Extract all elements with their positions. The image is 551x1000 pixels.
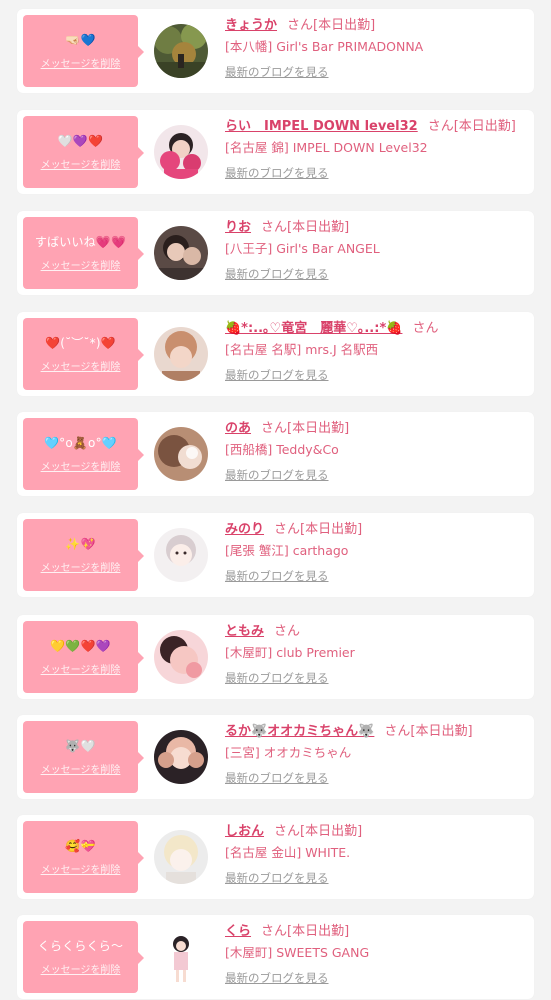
- cast-name-link[interactable]: るか🐺オオカミちゃん🐺: [225, 724, 374, 739]
- shop-name: [西船橋] Teddy&Co: [225, 442, 339, 457]
- list-item: ❤️(˘︶˘*)❤️ メッセージを削除 🍓*:..｡♡竜宮 麗華♡｡..:*🍓 さ…: [17, 312, 534, 396]
- shop-name: [名古屋 金山] WHITE.: [225, 845, 351, 860]
- list-item: 🤍💜❤️ メッセージを削除 らい IMPEL DOWN level32 さん[本日…: [17, 110, 534, 194]
- delete-message-link[interactable]: メッセージを削除: [41, 458, 121, 473]
- message-bubble: 🤍💜❤️ メッセージを削除: [23, 116, 144, 188]
- list-item: 🤜🏻💙 メッセージを削除 きょうか さん[本日出勤] [本八幡] Girl's B…: [17, 9, 534, 93]
- delete-message-link[interactable]: メッセージを削除: [41, 55, 121, 70]
- message-text: 🥰💝: [65, 839, 96, 853]
- latest-blog-link[interactable]: 最新のブログを見る: [225, 367, 528, 383]
- shop-name: [三宮] オオカミちゃん: [225, 745, 352, 760]
- message-text: ✨💖: [65, 537, 96, 551]
- list-item: 💛💚❤️💜 メッセージを削除 ともみ さん [木屋町] club Premier …: [17, 615, 534, 699]
- list-item: くらくらくら〜 メッセージを削除 くら さん[本日出勤] [木屋町] SWEETS…: [17, 915, 534, 999]
- latest-blog-link[interactable]: 最新のブログを見る: [225, 165, 528, 181]
- cast-status: さん: [412, 321, 439, 336]
- cast-name-link[interactable]: ともみ: [225, 624, 264, 639]
- latest-blog-link[interactable]: 最新のブログを見る: [225, 568, 528, 584]
- shop-name: [名古屋 名駅] mrs.J 名駅西: [225, 342, 379, 357]
- delete-message-link[interactable]: メッセージを削除: [41, 661, 121, 676]
- avatar[interactable]: [154, 24, 208, 78]
- delete-message-link[interactable]: メッセージを削除: [41, 861, 121, 876]
- latest-blog-link[interactable]: 最新のブログを見る: [225, 870, 528, 886]
- delete-message-link[interactable]: メッセージを削除: [41, 358, 121, 373]
- message-text: 🩵°o🧸o°🩵: [44, 436, 117, 450]
- shop-name: [名古屋 錦] IMPEL DOWN Level32: [225, 140, 428, 155]
- list-item: 🐺🤍 メッセージを削除 るか🐺オオカミちゃん🐺 さん[本日出勤] [三宮] オオカ…: [17, 715, 534, 799]
- cast-status: さん[本日出勤]: [261, 220, 350, 235]
- list-item: すばいいね💗💗 メッセージを削除 りお さん[本日出勤] [八王子] Girl's…: [17, 211, 534, 295]
- cast-status: さん[本日出勤]: [261, 924, 350, 939]
- cast-name-link[interactable]: みのり: [225, 522, 264, 537]
- latest-blog-link[interactable]: 最新のブログを見る: [225, 467, 528, 483]
- delete-message-link[interactable]: メッセージを削除: [41, 156, 121, 171]
- delete-message-link[interactable]: メッセージを削除: [41, 761, 121, 776]
- message-bubble: くらくらくら〜 メッセージを削除: [23, 921, 144, 993]
- avatar[interactable]: [154, 630, 208, 684]
- cast-name-link[interactable]: らい IMPEL DOWN level32: [225, 119, 418, 134]
- cast-status: さん[本日出勤]: [261, 421, 350, 436]
- cast-name-link[interactable]: しおん: [225, 824, 264, 839]
- message-text: すばいいね💗💗: [34, 235, 127, 249]
- shop-name: [八王子] Girl's Bar ANGEL: [225, 241, 380, 256]
- delete-message-link[interactable]: メッセージを削除: [41, 961, 121, 976]
- latest-blog-link[interactable]: 最新のブログを見る: [225, 770, 528, 786]
- message-bubble: ❤️(˘︶˘*)❤️ メッセージを削除: [23, 318, 144, 390]
- message-bubble: 🩵°o🧸o°🩵 メッセージを削除: [23, 418, 144, 490]
- list-item: 🥰💝 メッセージを削除 しおん さん[本日出勤] [名古屋 金山] WHITE. …: [17, 815, 534, 899]
- avatar[interactable]: [154, 730, 208, 784]
- cast-status: さん: [274, 624, 301, 639]
- cast-status: さん[本日出勤]: [384, 724, 473, 739]
- latest-blog-link[interactable]: 最新のブログを見る: [225, 64, 528, 80]
- latest-blog-link[interactable]: 最新のブログを見る: [225, 670, 528, 686]
- message-bubble: ✨💖 メッセージを削除: [23, 519, 144, 591]
- message-text: 🐺🤍: [65, 739, 96, 753]
- message-text: 🤜🏻💙: [65, 33, 96, 47]
- avatar[interactable]: [154, 427, 208, 481]
- avatar[interactable]: [154, 930, 208, 984]
- delete-message-link[interactable]: メッセージを削除: [41, 257, 121, 272]
- avatar[interactable]: [154, 830, 208, 884]
- latest-blog-link[interactable]: 最新のブログを見る: [225, 970, 528, 986]
- message-text: 💛💚❤️💜: [50, 639, 111, 653]
- avatar[interactable]: [154, 528, 208, 582]
- cast-status: さん[本日出勤]: [274, 522, 363, 537]
- avatar[interactable]: [154, 327, 208, 381]
- message-text: くらくらくら〜: [37, 939, 124, 953]
- cast-name-link[interactable]: のあ: [225, 421, 251, 436]
- avatar[interactable]: [154, 226, 208, 280]
- message-bubble: 🐺🤍 メッセージを削除: [23, 721, 144, 793]
- cast-name-link[interactable]: 🍓*:..｡♡竜宮 麗華♡｡..:*🍓: [225, 321, 402, 336]
- latest-blog-link[interactable]: 最新のブログを見る: [225, 266, 528, 282]
- message-text: ❤️(˘︶˘*)❤️: [45, 336, 116, 350]
- message-bubble: 🤜🏻💙 メッセージを削除: [23, 15, 144, 87]
- message-bubble: 🥰💝 メッセージを削除: [23, 821, 144, 893]
- cast-name-link[interactable]: きょうか: [225, 18, 277, 33]
- message-bubble: すばいいね💗💗 メッセージを削除: [23, 217, 144, 289]
- shop-name: [尾張 蟹江] carthago: [225, 543, 349, 558]
- message-text: 🤍💜❤️: [57, 134, 104, 148]
- cast-status: さん[本日出勤]: [274, 824, 363, 839]
- message-bubble: 💛💚❤️💜 メッセージを削除: [23, 621, 144, 693]
- cast-name-link[interactable]: くら: [225, 924, 251, 939]
- cast-status: さん[本日出勤]: [287, 18, 376, 33]
- cast-name-link[interactable]: りお: [225, 220, 251, 235]
- shop-name: [本八幡] Girl's Bar PRIMADONNA: [225, 39, 424, 54]
- favorites-list-page: 🤜🏻💙 メッセージを削除 きょうか さん[本日出勤] [本八幡] Girl's B…: [0, 0, 551, 1000]
- delete-message-link[interactable]: メッセージを削除: [41, 559, 121, 574]
- shop-name: [木屋町] club Premier: [225, 645, 355, 660]
- avatar[interactable]: [154, 125, 208, 179]
- list-item: 🩵°o🧸o°🩵 メッセージを削除 のあ さん[本日出勤] [西船橋] Teddy&…: [17, 412, 534, 496]
- shop-name: [木屋町] SWEETS GANG: [225, 945, 370, 960]
- list-item: ✨💖 メッセージを削除 みのり さん[本日出勤] [尾張 蟹江] carthago…: [17, 513, 534, 597]
- cast-status: さん[本日出勤]: [427, 119, 516, 134]
